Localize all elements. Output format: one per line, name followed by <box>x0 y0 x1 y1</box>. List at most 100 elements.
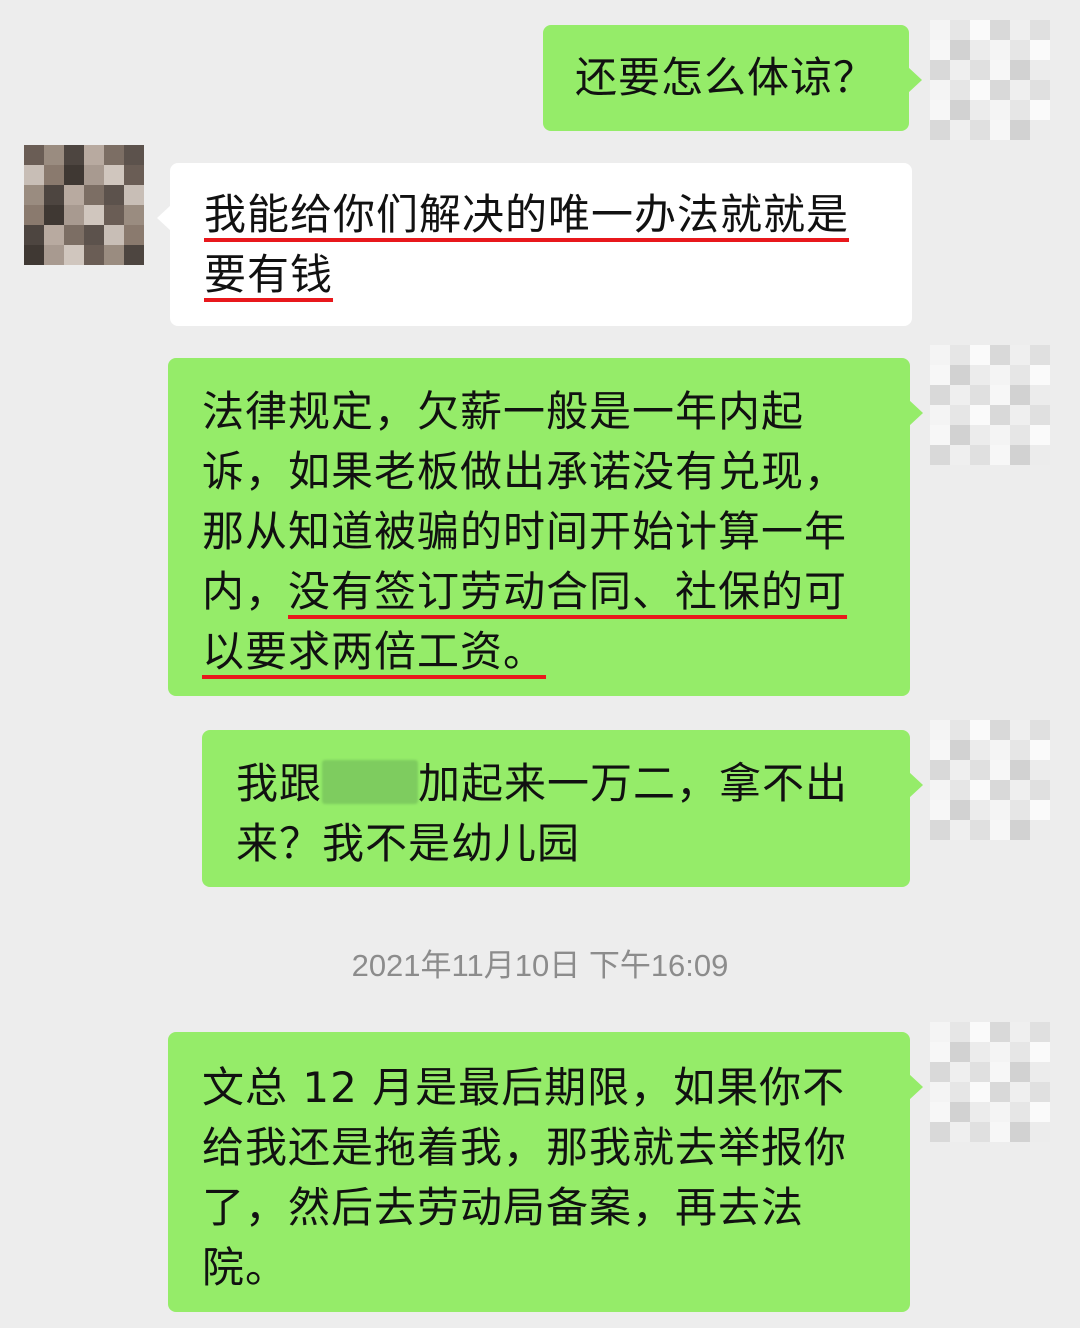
avatar-pixel <box>990 780 1010 800</box>
message-4-line-2: 来？我不是幼儿园 <box>236 814 910 874</box>
avatar-pixel <box>970 1042 990 1062</box>
avatar-pixel <box>990 40 1010 60</box>
avatar-pixel <box>1010 40 1030 60</box>
avatar-pixel <box>1030 720 1050 740</box>
avatar-pixel <box>930 445 950 465</box>
avatar-pixel <box>950 780 970 800</box>
avatar-pixel <box>930 60 950 80</box>
avatar-pixel <box>990 365 1010 385</box>
avatar-pixel <box>24 205 44 225</box>
avatar-pixel <box>930 1102 950 1122</box>
avatar-pixel <box>950 100 970 120</box>
message-text-segment: 还要怎么体谅？ <box>575 53 877 102</box>
message-text-segment: 给我还是拖着我，那我就去举报你 <box>202 1123 848 1172</box>
avatar-pixel <box>104 245 124 265</box>
avatar-pixel <box>1030 385 1050 405</box>
avatar-pixel <box>930 120 950 140</box>
avatar-pixel <box>950 385 970 405</box>
avatar-pixel <box>44 225 64 245</box>
avatar-pixel <box>104 185 124 205</box>
message-text-segment: 以要求两倍工资。 <box>202 627 547 676</box>
avatar-pixel <box>1010 720 1030 740</box>
avatar-pixel <box>970 445 990 465</box>
avatar-pixel <box>970 1122 990 1142</box>
message-bubble-4[interactable]: 我跟 加起来一万二，拿不出 来？我不是幼儿园 <box>202 730 923 887</box>
avatar-pixel <box>990 760 1010 780</box>
avatar-pixel <box>930 820 950 840</box>
avatar-pixel <box>970 40 990 60</box>
avatar-pixel <box>1030 1102 1050 1122</box>
avatar-pixel <box>990 1042 1010 1062</box>
message-2-line-1: 我能给你们解决的唯一办法就就是 <box>204 185 912 245</box>
avatar-pixel <box>970 1082 990 1102</box>
message-text-segment: 文总 12 月是最后期限，如果你不 <box>202 1063 846 1112</box>
avatar-pixel <box>64 205 84 225</box>
my-avatar-1[interactable] <box>930 20 1050 140</box>
my-avatar-4[interactable] <box>930 1022 1050 1142</box>
avatar-pixel <box>930 20 950 40</box>
avatar-pixel <box>1030 120 1050 140</box>
avatar-pixel <box>930 365 950 385</box>
avatar-pixel <box>24 185 44 205</box>
avatar-pixel <box>970 1102 990 1122</box>
avatar-pixel <box>1030 740 1050 760</box>
avatar-pixel <box>1010 80 1030 100</box>
avatar-pixel <box>930 1082 950 1102</box>
message-5-line-2: 给我还是拖着我，那我就去举报你 <box>202 1118 910 1178</box>
avatar-pixel <box>1010 780 1030 800</box>
other-avatar[interactable] <box>24 145 144 265</box>
avatar-pixel <box>24 165 44 185</box>
avatar-pixel <box>930 740 950 760</box>
avatar-pixel <box>970 720 990 740</box>
avatar-pixel <box>930 720 950 740</box>
avatar-pixel <box>990 1062 1010 1082</box>
message-text-segment: 院。 <box>202 1243 289 1292</box>
message-text-segment: 法律规定，欠薪一般是一年内起 <box>202 387 805 436</box>
avatar-pixel <box>950 1042 970 1062</box>
avatar-pixel <box>950 1122 970 1142</box>
avatar-pixel <box>1030 1042 1050 1062</box>
avatar-pixel <box>950 40 970 60</box>
avatar-pixel <box>990 1102 1010 1122</box>
avatar-pixel <box>64 185 84 205</box>
avatar-pixel <box>1010 385 1030 405</box>
avatar-pixel <box>1010 1062 1030 1082</box>
avatar-pixel <box>1010 100 1030 120</box>
avatar-pixel <box>124 185 144 205</box>
my-avatar-3[interactable] <box>930 720 1050 840</box>
avatar-pixel <box>104 205 124 225</box>
message-3-line-3: 那从知道被骗的时间开始计算一年 <box>202 502 910 562</box>
avatar-pixel <box>950 60 970 80</box>
avatar-pixel <box>1030 1082 1050 1102</box>
avatar-pixel <box>950 1102 970 1122</box>
avatar-pixel <box>1030 40 1050 60</box>
avatar-pixel <box>970 365 990 385</box>
message-bubble-3[interactable]: 法律规定，欠薪一般是一年内起 诉，如果老板做出承诺没有兑现， 那从知道被骗的时间… <box>168 358 923 696</box>
avatar-pixel <box>990 100 1010 120</box>
message-bubble-1[interactable]: 还要怎么体谅？ <box>543 25 922 131</box>
avatar-pixel <box>970 385 990 405</box>
avatar-pixel <box>950 120 970 140</box>
avatar-pixel <box>970 60 990 80</box>
avatar-pixel <box>1010 120 1030 140</box>
avatar-pixel <box>1010 760 1030 780</box>
avatar-pixel <box>1030 445 1050 465</box>
avatar-pixel <box>950 720 970 740</box>
avatar-pixel <box>24 145 44 165</box>
avatar-pixel <box>124 145 144 165</box>
message-bubble-2[interactable]: 我能给你们解决的唯一办法就就是 要有钱 <box>157 163 912 326</box>
avatar-pixel <box>1030 60 1050 80</box>
avatar-pixel <box>1010 60 1030 80</box>
avatar-pixel <box>930 40 950 60</box>
avatar-pixel <box>990 80 1010 100</box>
avatar-pixel <box>950 820 970 840</box>
avatar-pixel <box>124 205 144 225</box>
avatar-pixel <box>990 345 1010 365</box>
avatar-pixel <box>950 365 970 385</box>
my-avatar-2[interactable] <box>930 345 1050 465</box>
avatar-pixel <box>1010 445 1030 465</box>
message-bubble-5[interactable]: 文总 12 月是最后期限，如果你不 给我还是拖着我，那我就去举报你 了，然后去劳… <box>168 1032 923 1312</box>
avatar-pixel <box>1030 100 1050 120</box>
avatar-pixel <box>970 120 990 140</box>
avatar-pixel <box>970 740 990 760</box>
